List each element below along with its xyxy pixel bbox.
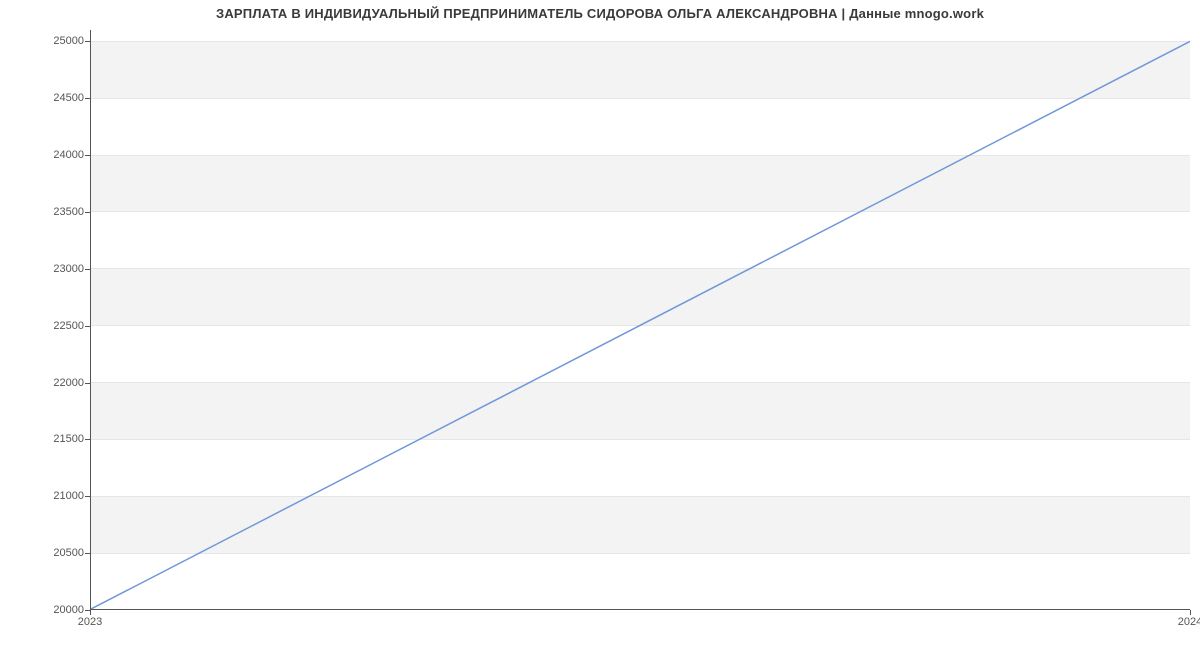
- y-tick-mark: [85, 212, 90, 213]
- y-tick-mark: [85, 98, 90, 99]
- y-tick-mark: [85, 41, 90, 42]
- salary-chart: ЗАРПЛАТА В ИНДИВИДУАЛЬНЫЙ ПРЕДПРИНИМАТЕЛ…: [0, 0, 1200, 650]
- y-tick-mark: [85, 326, 90, 327]
- gridline: [91, 610, 1190, 611]
- y-tick-label: 21000: [4, 490, 84, 502]
- x-tick-mark: [1190, 610, 1191, 615]
- x-tick-label: 2024: [1178, 616, 1200, 628]
- chart-title: ЗАРПЛАТА В ИНДИВИДУАЛЬНЫЙ ПРЕДПРИНИМАТЕЛ…: [0, 6, 1200, 21]
- line-series: [91, 30, 1190, 609]
- y-tick-label: 25000: [4, 35, 84, 47]
- y-tick-label: 24500: [4, 92, 84, 104]
- y-tick-label: 21500: [4, 433, 84, 445]
- y-tick-mark: [85, 383, 90, 384]
- y-tick-label: 24000: [4, 149, 84, 161]
- y-tick-mark: [85, 439, 90, 440]
- y-tick-label: 22500: [4, 320, 84, 332]
- y-tick-mark: [85, 155, 90, 156]
- y-tick-mark: [85, 269, 90, 270]
- y-tick-label: 22000: [4, 377, 84, 389]
- y-tick-label: 23500: [4, 206, 84, 218]
- x-tick-mark: [90, 610, 91, 615]
- y-tick-label: 23000: [4, 263, 84, 275]
- plot-area: [90, 30, 1190, 610]
- y-tick-mark: [85, 553, 90, 554]
- y-tick-label: 20500: [4, 547, 84, 559]
- x-tick-label: 2023: [78, 616, 102, 628]
- y-tick-mark: [85, 496, 90, 497]
- y-tick-label: 20000: [4, 604, 84, 616]
